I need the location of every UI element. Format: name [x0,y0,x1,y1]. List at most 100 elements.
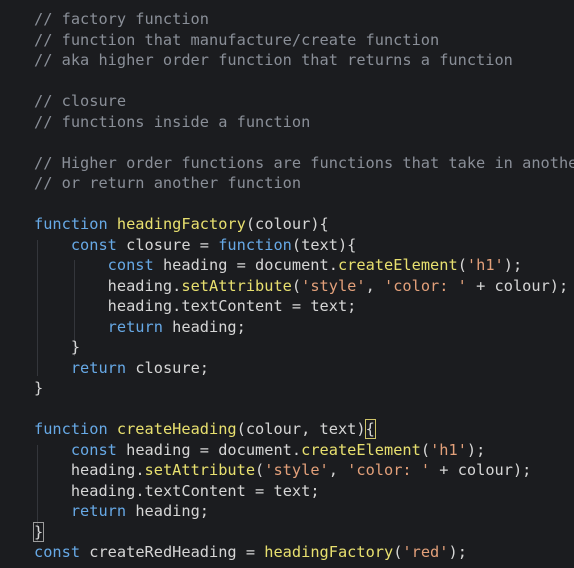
code-token: const [34,440,127,459]
code-token: . [328,256,338,274]
code-line[interactable]: const heading = document.createElement('… [34,440,486,461]
code-token: 'h1' [466,256,504,274]
code-token: , [328,461,348,479]
code-token: createElement [301,440,421,459]
code-token: ); [549,276,569,295]
code-line[interactable]: return closure; [34,358,209,379]
code-token: . [135,461,145,479]
code-token: createHeading [116,420,237,438]
code-token: + [430,461,458,479]
code-token: colour [457,461,513,479]
code-token: ){ [337,235,357,254]
code-token: // factory function [34,10,209,28]
code-token: return [34,358,136,377]
code-token: // or return another function [34,174,302,192]
code-line[interactable]: heading.setAttribute('style', 'color: ' … [34,460,532,481]
code-line[interactable]: heading.setAttribute('style', 'color: ' … [34,276,569,297]
code-token: // functions inside a function [34,112,311,131]
code-line[interactable]: // or return another function [34,173,301,194]
code-token: 'h1' [430,440,467,459]
code-token: 'color: ' [347,461,431,479]
code-token: . [291,440,302,459]
code-token: closure [135,358,200,377]
code-token: const [34,235,127,254]
code-token: = [227,256,256,274]
code-editor[interactable]: // factory function // function that manu… [0,0,574,568]
code-line[interactable]: return heading; [34,501,209,522]
code-token: = [245,481,274,500]
code-line[interactable]: function headingFactory(colour){ [34,214,329,235]
code-token: closure [126,235,191,254]
code-line[interactable]: } [34,378,43,399]
code-line[interactable]: const heading = document.createElement('… [34,255,523,276]
code-token: setAttribute [181,276,292,295]
code-token: headingFactory [116,215,246,233]
code-token: colour [255,215,311,233]
code-token: ){ [310,215,329,233]
code-line[interactable]: function createHeading(colour, text){ [34,419,376,440]
code-token: 'color: ' [384,276,467,295]
code-token: 'style' [301,276,366,295]
code-token: { [364,419,376,439]
code-token: heading [135,502,200,520]
code-token: function [34,215,117,233]
code-token: heading [34,297,173,315]
code-token: // closure [34,92,127,110]
code-line[interactable]: return heading; [34,317,246,338]
code-token: setAttribute [144,461,256,479]
code-token: ( [457,256,467,274]
code-token: = [190,235,219,254]
code-token: = [282,297,311,315]
code-line[interactable]: heading.textContent = text; [34,296,357,317]
code-token: // function that manufacture/create func… [34,30,440,49]
code-line[interactable]: } [32,521,45,543]
code-token: const [34,256,163,274]
code-token: + [466,276,495,295]
code-token: ; [199,502,209,520]
code-token: colour [245,420,302,438]
code-line[interactable]: const createRedHeading = headingFactory(… [34,542,467,563]
code-token: ( [245,215,256,233]
code-token: = [190,440,219,459]
code-token: heading [126,440,191,459]
code-token: 'style' [264,461,329,479]
code-token: heading [172,317,237,336]
code-token: ) [356,420,366,438]
code-token: headingFactory [264,543,394,561]
code-token: heading [34,461,136,479]
code-token: ( [236,420,246,438]
code-token: , [301,420,320,438]
code-token: textContent [144,481,246,500]
code-line[interactable]: const closure = function(text){ [34,235,357,256]
code-token: ); [448,543,467,561]
code-line[interactable]: heading.textContent = text; [34,481,320,502]
code-token: heading [34,481,136,500]
code-token: function [34,420,117,438]
code-line[interactable]: // factory function [34,9,209,30]
code-line[interactable]: // closure [34,91,126,112]
code-token: document [218,440,292,459]
code-token: text [273,481,311,500]
code-line[interactable]: } [34,337,80,358]
code-token: textContent [181,297,283,315]
code-token: } [32,521,45,542]
code-token: ( [291,276,302,295]
code-line[interactable]: // function that manufacture/create func… [34,30,439,51]
code-line[interactable]: // Higher order functions are functions … [34,153,574,174]
code-token: ; [347,297,357,315]
code-line[interactable]: // aka higher order function that return… [34,50,513,71]
code-token: document [255,256,329,274]
code-token: = [236,543,265,561]
code-token: text [310,297,348,315]
code-token: return [34,502,136,520]
code-token: . [172,297,182,315]
code-token: ); [503,256,523,274]
code-token: 'red' [402,543,449,561]
code-line[interactable]: // functions inside a function [34,112,310,133]
code-token: // aka higher order function that return… [34,51,513,69]
code-token: . [172,276,182,295]
code-token: text [319,420,357,438]
code-token: , [365,276,384,295]
code-token: function [218,235,292,254]
code-token: return [34,317,173,336]
